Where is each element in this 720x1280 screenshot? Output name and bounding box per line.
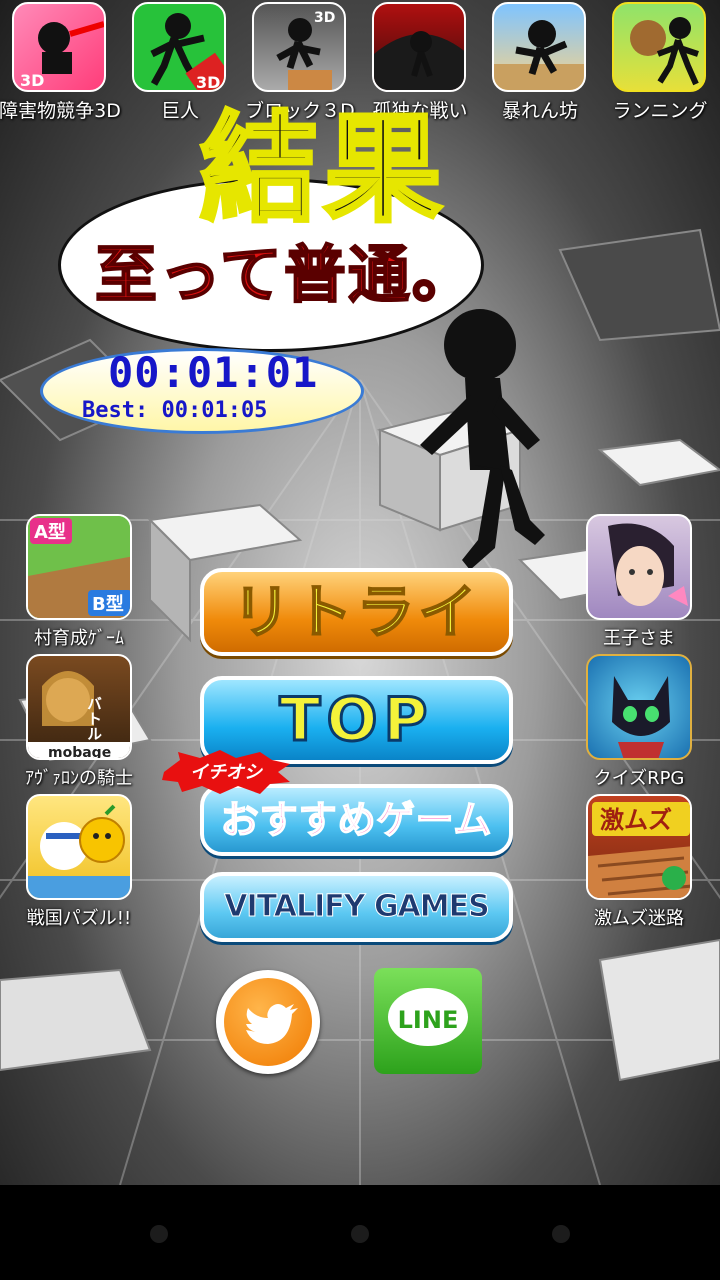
right-app-0[interactable]: 王子さま bbox=[574, 514, 704, 654]
left-app-2[interactable]: 戦国パズル!! bbox=[14, 794, 144, 934]
twitter-bird-icon bbox=[224, 978, 312, 1066]
nav-recent-button[interactable] bbox=[552, 1225, 570, 1243]
svg-text:3D: 3D bbox=[20, 71, 44, 90]
sengoku-puzzle-icon bbox=[26, 794, 132, 900]
top-app-label: ランニング bbox=[612, 100, 708, 122]
village-game-icon: A型 B型 bbox=[26, 514, 132, 620]
top-label: TOP bbox=[278, 684, 434, 757]
stickman-figure bbox=[420, 309, 545, 570]
top-app-label: 暴れん坊 bbox=[501, 100, 578, 122]
line-share-button[interactable]: LINE bbox=[374, 968, 482, 1074]
svg-text:3D: 3D bbox=[314, 10, 335, 26]
badge-b: B型 bbox=[92, 593, 124, 615]
top-app-4[interactable]: 暴れん坊 bbox=[480, 0, 600, 128]
prince-icon bbox=[586, 514, 692, 620]
svg-text:バトル: バトル bbox=[85, 696, 103, 741]
retry-label: リトライ bbox=[231, 577, 481, 647]
result-title: 結果 bbox=[198, 100, 449, 238]
running-icon bbox=[612, 2, 706, 92]
recommend-badge-label: イチオシ bbox=[190, 762, 262, 783]
recommend-label: おすすめゲーム bbox=[220, 797, 493, 843]
right-app-label: 激ムズ迷路 bbox=[594, 908, 684, 929]
rampage-icon bbox=[492, 2, 586, 92]
top-app-label: 障害物競争3D bbox=[0, 100, 121, 122]
left-app-1[interactable]: バトル mobage ｱｳﾞｧﾛﾝの騎士 bbox=[14, 654, 144, 794]
recommend-games-button[interactable]: おすすめゲーム bbox=[200, 784, 513, 856]
vitalify-label: VITALIFY GAMES bbox=[224, 889, 490, 925]
lonely-battle-icon bbox=[372, 2, 466, 92]
left-app-label: 戦国パズル!! bbox=[26, 908, 132, 929]
quiz-rpg-icon bbox=[586, 654, 692, 760]
vitalify-games-button[interactable]: VITALIFY GAMES bbox=[200, 872, 513, 942]
maze-title: 激ムズ bbox=[600, 806, 672, 834]
giant-icon: 3D bbox=[132, 2, 226, 92]
obstacle-race-3d-icon: 3D bbox=[12, 2, 106, 92]
right-app-2[interactable]: 激ムズ 激ムズ迷路 bbox=[574, 794, 704, 934]
left-app-0[interactable]: A型 B型 村育成ｹﾞｰﾑ bbox=[14, 514, 144, 654]
badge-a: A型 bbox=[34, 521, 66, 543]
right-app-label: 王子さま bbox=[603, 628, 675, 649]
game-scene: 3D 障害物競争3D 3D 巨人 3D ブロック３D 孤独な戦い 暴れん坊 ラン… bbox=[0, 0, 720, 1185]
best-time: Best: 00:01:05 bbox=[82, 398, 268, 423]
left-app-label: 村育成ｹﾞｰﾑ bbox=[34, 628, 124, 649]
retry-button[interactable]: リトライ bbox=[200, 568, 513, 656]
right-app-1[interactable]: クイズRPG bbox=[574, 654, 704, 794]
block-3d-icon: 3D bbox=[252, 2, 346, 92]
result-rating: 至って普通。 bbox=[94, 238, 476, 311]
avalon-knight-icon: バトル mobage bbox=[26, 654, 132, 760]
hard-maze-icon: 激ムズ bbox=[586, 794, 692, 900]
nav-back-button[interactable] bbox=[150, 1225, 168, 1243]
line-label: LINE bbox=[397, 1006, 459, 1034]
svg-text:3D: 3D bbox=[196, 73, 220, 92]
result-time: 00:01:01 bbox=[108, 348, 319, 397]
left-app-label: ｱｳﾞｧﾛﾝの騎士 bbox=[25, 768, 133, 789]
top-app-0[interactable]: 3D 障害物競争3D bbox=[0, 0, 121, 128]
twitter-share-button[interactable] bbox=[216, 970, 320, 1074]
mobage-logo: mobage bbox=[48, 745, 111, 760]
nav-home-button[interactable] bbox=[351, 1225, 369, 1243]
right-app-label: クイズRPG bbox=[593, 768, 685, 789]
top-app-5[interactable]: ランニング bbox=[600, 0, 720, 128]
